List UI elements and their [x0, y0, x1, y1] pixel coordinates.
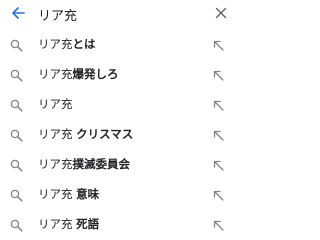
arrow-up-left-icon: [213, 130, 224, 141]
suggestion-completion: 死語: [76, 217, 100, 231]
arrow-up-left-icon: [213, 190, 224, 201]
suggestion-query: リア充: [38, 187, 73, 201]
suggestion-item[interactable]: リア充 クリスマス: [0, 120, 240, 150]
suggestion-item[interactable]: リア充 意味: [0, 180, 240, 210]
suggestion-text: リア充: [38, 97, 73, 112]
arrow-up-left-icon: [213, 40, 224, 51]
suggestion-text: リア充 クリスマス: [38, 127, 133, 142]
search-icon: [10, 99, 23, 112]
suggestion-completion: 爆発しろ: [72, 67, 119, 81]
suggestion-query: リア充: [38, 97, 73, 111]
fill-query-button[interactable]: [212, 219, 225, 232]
close-icon: [215, 7, 227, 19]
fill-query-button[interactable]: [212, 189, 225, 202]
search-icon: [10, 189, 23, 202]
suggestion-completion: クリスマス: [76, 127, 134, 141]
fill-query-button[interactable]: [212, 99, 225, 112]
suggestion-query: リア充: [38, 217, 73, 231]
suggestion-query: リア充: [38, 67, 73, 81]
suggestion-list: リア充とは リア充爆発しろ リア充 リア充 クリスマス リア充撲滅委員会 リア充…: [0, 30, 240, 240]
suggestion-query: リア充: [38, 157, 73, 171]
arrow-up-left-icon: [213, 70, 224, 81]
suggestion-item[interactable]: リア充撲滅委員会: [0, 150, 240, 180]
suggestion-completion: 意味: [76, 187, 100, 201]
suggestion-completion: 撲滅委員会: [72, 157, 131, 171]
search-icon: [10, 69, 23, 82]
fill-query-button[interactable]: [212, 39, 225, 52]
suggestion-text: リア充撲滅委員会: [38, 157, 130, 172]
clear-button[interactable]: [214, 6, 228, 20]
suggestion-completion: とは: [72, 37, 96, 51]
search-header: [0, 0, 240, 28]
search-input[interactable]: [38, 4, 208, 24]
suggestion-item[interactable]: リア充 死語: [0, 210, 240, 240]
fill-query-button[interactable]: [212, 159, 225, 172]
suggestion-query: リア充: [38, 127, 73, 141]
suggestion-text: リア充爆発しろ: [38, 67, 119, 82]
arrow-up-left-icon: [213, 160, 224, 171]
suggestion-item[interactable]: リア充とは: [0, 30, 240, 60]
arrow-up-left-icon: [213, 100, 224, 111]
fill-query-button[interactable]: [212, 129, 225, 142]
suggestion-text: リア充とは: [38, 37, 96, 52]
suggestion-query: リア充: [38, 37, 73, 51]
arrow-back-icon: [12, 7, 25, 19]
search-icon: [10, 129, 23, 142]
search-icon: [10, 159, 23, 172]
back-button[interactable]: [10, 5, 26, 21]
search-icon: [10, 219, 23, 232]
suggestion-item[interactable]: リア充: [0, 90, 240, 120]
suggestion-text: リア充 意味: [38, 187, 99, 202]
search-icon: [10, 39, 23, 52]
arrow-up-left-icon: [213, 220, 224, 231]
suggestion-item[interactable]: リア充爆発しろ: [0, 60, 240, 90]
fill-query-button[interactable]: [212, 69, 225, 82]
search-screen: リア充とは リア充爆発しろ リア: [0, 0, 240, 240]
suggestion-text: リア充 死語: [38, 217, 99, 232]
